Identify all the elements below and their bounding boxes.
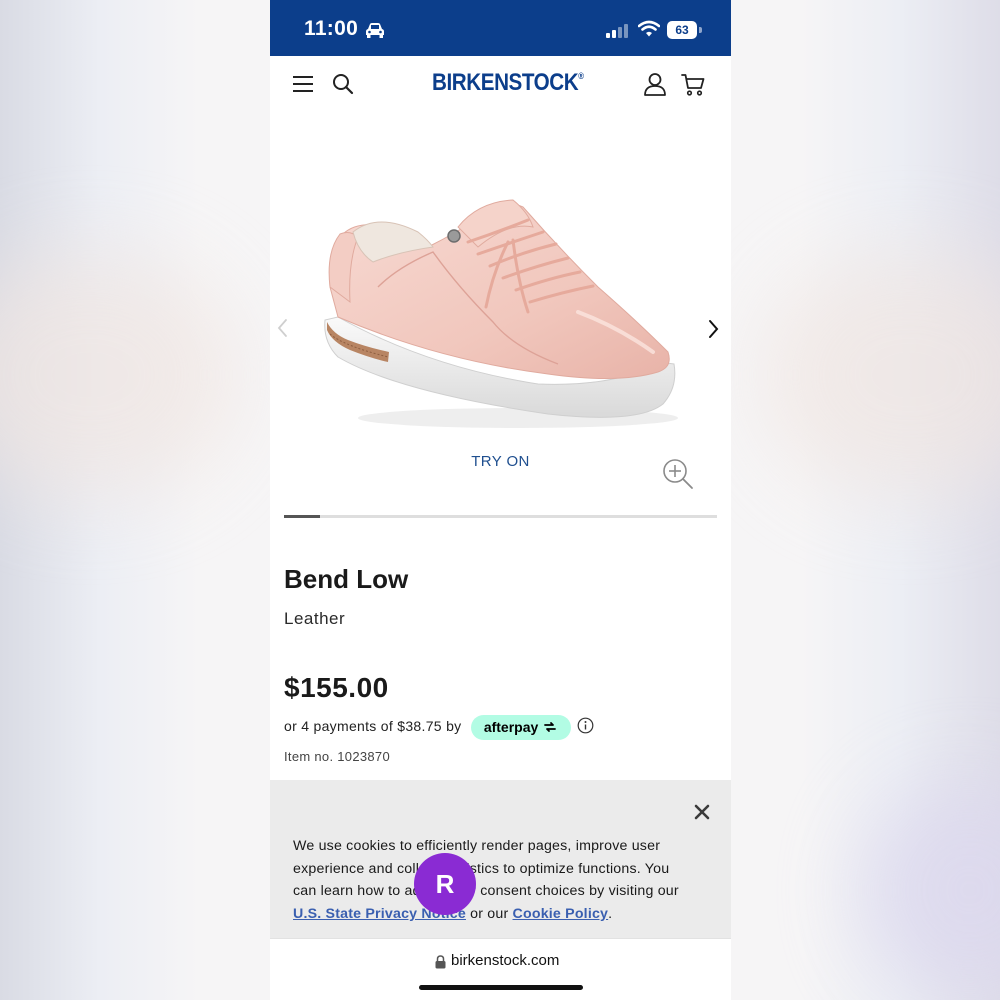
- cookie-text-part1: We use cookies to efficiently render pag…: [293, 838, 679, 900]
- phone-screen: 11:00 63 BIRKENSTOCK® TRY ON Bend Low Le…: [270, 0, 731, 1000]
- cookie-text-part2: or our: [465, 905, 513, 922]
- product-title: Bend Low: [284, 564, 409, 594]
- car-icon: [366, 23, 384, 38]
- cookie-policy-link[interactable]: Cookie Policy: [513, 906, 609, 922]
- site-header: BIRKENSTOCK®: [270, 56, 731, 112]
- home-indicator[interactable]: [419, 985, 583, 990]
- search-icon[interactable]: [332, 73, 354, 95]
- chevron-right-icon[interactable]: [706, 318, 720, 340]
- logo-registered-mark: ®: [578, 71, 584, 81]
- gallery-progress-track: [284, 515, 717, 518]
- brand-logo[interactable]: BIRKENSTOCK®: [432, 69, 584, 97]
- user-icon[interactable]: [643, 72, 667, 96]
- installments-text: or 4 payments of $38.75 by: [284, 718, 462, 734]
- close-icon[interactable]: [694, 804, 710, 820]
- cookie-message: We use cookies to efficiently render pag…: [293, 835, 693, 925]
- product-price: $155.00: [284, 672, 389, 703]
- afterpay-label: afterpay: [483, 719, 539, 735]
- logo-text: BIRKENSTOCK: [432, 69, 579, 96]
- cookie-text-part3: .: [608, 905, 613, 922]
- cart-icon[interactable]: [681, 73, 705, 97]
- battery-tip: [699, 27, 702, 33]
- wifi-icon: [638, 20, 660, 37]
- product-material: Leather: [284, 609, 346, 628]
- status-time: 11:00: [304, 17, 359, 40]
- product-image-gallery: TRY ON: [270, 112, 731, 522]
- status-bar: 11:00 63: [270, 0, 731, 56]
- zoom-in-icon[interactable]: [662, 458, 694, 490]
- afterpay-badge[interactable]: afterpay: [471, 715, 571, 740]
- cookie-banner: We use cookies to efficiently render pag…: [270, 780, 731, 938]
- browser-url-bar[interactable]: birkenstock.com: [270, 938, 731, 1000]
- product-image[interactable]: [318, 192, 688, 432]
- rakuten-button[interactable]: R: [414, 853, 476, 915]
- chevron-left-icon[interactable]: [276, 317, 290, 339]
- menu-icon[interactable]: [293, 76, 313, 92]
- afterpay-arrows-icon: [544, 722, 557, 732]
- info-icon[interactable]: [577, 717, 594, 734]
- item-number: Item no. 1023870: [284, 749, 390, 764]
- battery-icon: 63: [667, 21, 697, 39]
- signal-icon: [606, 24, 628, 38]
- gallery-progress-fill: [284, 515, 320, 518]
- lock-icon: [435, 955, 446, 969]
- url-text: birkenstock.com: [451, 952, 560, 969]
